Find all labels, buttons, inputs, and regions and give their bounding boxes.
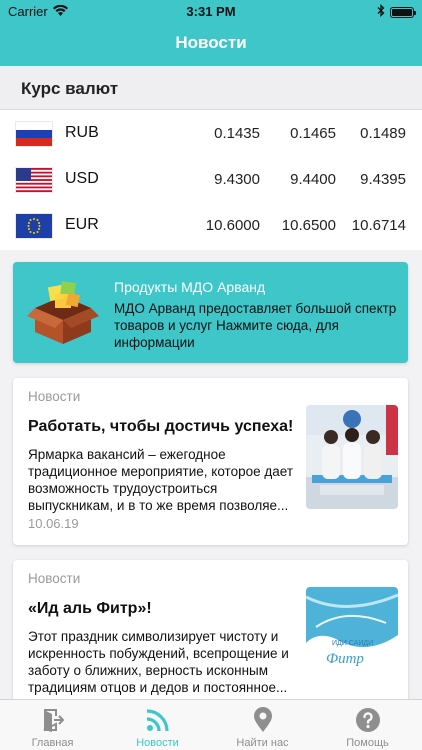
tab-home[interactable]: Главная	[0, 700, 105, 750]
rates-list: RUB 0.1435 0.1465 0.1489 USD 9.4300 9.44…	[0, 110, 422, 250]
rate-row-rub: RUB 0.1435 0.1465 0.1489	[0, 110, 422, 156]
news-title: Работать, чтобы достичь успеха!	[28, 418, 294, 435]
rate-value: 10.6000	[205, 217, 260, 234]
news-category: Новости	[28, 571, 81, 586]
news-excerpt: Этот праздник символизирует чистоту и ис…	[28, 629, 289, 695]
rate-value: 0.1465	[290, 125, 336, 142]
currency-code: RUB	[65, 124, 99, 141]
tab-news[interactable]: Новости	[105, 700, 210, 750]
tab-bar: Главная Новости Найти нас Помощь	[0, 699, 422, 750]
nav-bar: Carrier 3:31 PM Новости	[0, 0, 422, 66]
promo-text: МДО Арванд предоставляет большой спектр …	[114, 301, 397, 350]
news-card[interactable]: Новости Работать, чтобы достичь успеха! …	[13, 378, 408, 545]
eu-flag-icon	[16, 214, 52, 238]
product-box-icon	[27, 280, 99, 346]
news-image: ИДИ САИДИ Фитр	[306, 587, 398, 691]
news-image-script: Фитр	[326, 651, 364, 667]
news-category: Новости	[28, 389, 81, 404]
status-bar: Carrier 3:31 PM	[0, 0, 422, 22]
news-title: «Ид аль Фитр»!	[28, 600, 152, 617]
currency-code: EUR	[65, 216, 99, 233]
help-icon	[356, 708, 380, 732]
products-promo-card[interactable]: Продукты МДО Арванд МДО Арванд предостав…	[13, 262, 408, 363]
bluetooth-icon	[377, 3, 385, 20]
news-card[interactable]: Новости «Ид аль Фитр»! Этот праздник сим…	[13, 560, 408, 710]
battery-icon	[390, 6, 416, 18]
tab-help[interactable]: Помощь	[315, 700, 420, 750]
rate-value: 9.4400	[290, 171, 336, 188]
rate-value: 10.6500	[281, 217, 336, 234]
tab-find-us[interactable]: Найти нас	[210, 700, 315, 750]
rate-row-usd: USD 9.4300 9.4400 9.4395	[0, 156, 422, 202]
rates-title: Курс валют	[21, 79, 119, 98]
tab-label: Главная	[31, 737, 74, 749]
rate-value: 0.1435	[214, 125, 260, 142]
currency-code: USD	[65, 170, 99, 187]
rate-value: 9.4395	[360, 171, 406, 188]
news-date: 10.06.19	[28, 516, 79, 531]
news-image-caption: ИДИ САИДИ	[332, 640, 373, 647]
usa-flag-icon	[16, 168, 52, 192]
rates-section-header: Курс валют	[0, 66, 422, 110]
rate-value: 0.1489	[360, 125, 406, 142]
tab-label: Помощь	[346, 737, 389, 749]
news-photo	[306, 405, 398, 509]
rate-row-eur: EUR 10.6000 10.6500 10.6714	[0, 202, 422, 248]
russia-flag-icon	[16, 122, 52, 146]
rate-value: 9.4300	[214, 171, 260, 188]
tab-label: Найти нас	[236, 737, 289, 749]
status-time: 3:31 PM	[186, 4, 236, 19]
rate-value: 10.6714	[351, 217, 406, 234]
news-excerpt: Ярмарка вакансий – ежегодное традиционно…	[28, 447, 293, 513]
location-pin-icon	[254, 707, 272, 732]
rss-icon	[146, 709, 169, 732]
tab-label: Новости	[136, 737, 179, 749]
page-title: Новости	[175, 33, 247, 52]
promo-title: Продукты МДО Арванд	[114, 279, 266, 295]
home-exit-icon	[43, 709, 65, 732]
